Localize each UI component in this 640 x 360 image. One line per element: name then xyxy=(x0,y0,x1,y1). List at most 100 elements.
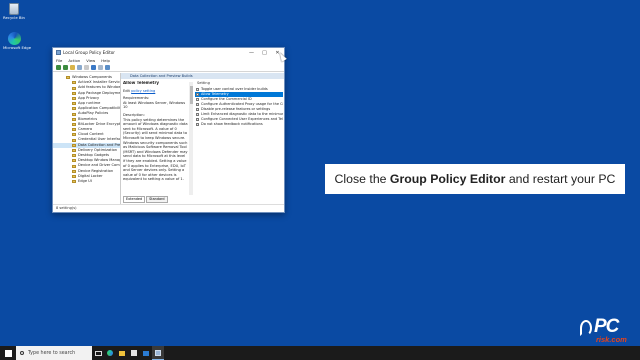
folder-icon xyxy=(72,112,76,116)
store-icon xyxy=(131,350,137,356)
pcrisk-logo: PC risk.com xyxy=(572,316,636,344)
policy-setting-icon xyxy=(196,88,199,91)
folder-icon xyxy=(72,169,76,173)
edge-icon xyxy=(7,32,21,45)
mail-button[interactable] xyxy=(140,346,152,360)
file-explorer-button[interactable] xyxy=(116,346,128,360)
policy-setting-icon xyxy=(196,98,199,101)
menu-view[interactable]: View xyxy=(86,58,95,63)
folder-icon xyxy=(72,102,76,106)
folder-icon xyxy=(72,159,76,163)
policy-title: Allow Telemetry xyxy=(123,81,160,85)
menu-help[interactable]: Help xyxy=(101,58,110,63)
description-scrollbar[interactable] xyxy=(189,82,193,195)
policy-setting-icon xyxy=(196,93,199,96)
group-policy-icon xyxy=(56,50,61,55)
taskbar-group-policy-button[interactable] xyxy=(152,346,164,360)
recycle-bin-icon xyxy=(9,3,19,15)
logo-mark-icon xyxy=(580,320,592,336)
folder-icon xyxy=(72,180,76,184)
search-placeholder: Type here to search xyxy=(28,350,76,356)
folder-icon xyxy=(72,96,76,100)
folder-icon xyxy=(72,138,76,142)
window-titlebar[interactable]: Local Group Policy Editor — □ ✕ xyxy=(53,48,284,57)
edge-label: Microsoft Edge xyxy=(3,45,32,50)
task-view-icon xyxy=(94,350,102,356)
setting-row[interactable]: Do not show feedback notifications xyxy=(195,122,283,127)
folder-icon xyxy=(66,76,70,80)
recycle-bin-label: Recycle Bin xyxy=(3,15,25,20)
tab-standard[interactable]: Standard xyxy=(146,196,168,203)
recycle-bin-shortcut[interactable]: Recycle Bin xyxy=(3,3,25,21)
taskbar-edge-button[interactable] xyxy=(104,346,116,360)
policy-setting-icon xyxy=(196,118,199,121)
menu-bar: File Action View Help xyxy=(53,57,284,64)
search-icon xyxy=(20,351,24,355)
taskbar-search-box[interactable]: Type here to search xyxy=(16,346,92,360)
folder-icon xyxy=(72,117,76,121)
filter-icon[interactable] xyxy=(105,65,110,70)
mail-icon xyxy=(143,350,149,356)
instruction-card: Close the Group Policy Editor and restar… xyxy=(325,164,625,194)
tab-extended[interactable]: Extended xyxy=(123,196,146,203)
instruction-suffix: and restart your PC xyxy=(508,172,616,186)
minimize-button[interactable]: — xyxy=(245,50,258,56)
view-tabs: Extended Standard xyxy=(123,196,168,203)
status-bar: 8 setting(s) xyxy=(53,204,284,212)
requirements-text: At least Windows Server, Windows 10 xyxy=(123,100,186,110)
menu-action[interactable]: Action xyxy=(68,58,80,63)
folder-icon xyxy=(72,143,76,147)
taskbar: Type here to search xyxy=(0,346,640,360)
folder-icon xyxy=(72,107,76,111)
category-header: Data Collection and Preview Builds xyxy=(121,73,284,79)
task-view-button[interactable] xyxy=(92,346,104,360)
folder-icon xyxy=(72,91,76,95)
folder-icon xyxy=(72,128,76,132)
description-label: Description: xyxy=(123,112,145,117)
toolbar xyxy=(53,64,284,72)
setting-label: Do not show feedback notifications xyxy=(201,122,263,126)
back-arrow-icon[interactable] xyxy=(56,65,61,70)
policy-detail-pane: Data Collection and Preview Builds Allow… xyxy=(121,73,284,204)
policy-setting-icon xyxy=(196,113,199,116)
edge-shortcut[interactable]: Microsoft Edge xyxy=(3,32,32,51)
start-button[interactable] xyxy=(0,346,16,360)
maximize-button[interactable]: □ xyxy=(258,50,271,56)
folder-icon xyxy=(72,81,76,85)
tree-item-label: Edge UI xyxy=(78,179,92,184)
setting-description: Allow Telemetry Edit policy setting Requ… xyxy=(123,81,188,195)
logo-sub-text: risk.com xyxy=(596,335,627,344)
windows-logo-icon xyxy=(4,349,12,357)
group-policy-editor-window: Local Group Policy Editor — □ ✕ File Act… xyxy=(52,47,285,213)
folder-icon xyxy=(72,154,76,158)
help-icon[interactable] xyxy=(91,65,96,70)
menu-file[interactable]: File xyxy=(56,58,62,63)
folder-icon xyxy=(72,133,76,137)
export-list-icon[interactable] xyxy=(84,65,89,70)
scrollbar-thumb[interactable] xyxy=(189,86,193,104)
folder-icon xyxy=(72,148,76,152)
group-policy-icon xyxy=(155,349,161,356)
folder-icon xyxy=(72,164,76,168)
folder-icon xyxy=(72,122,76,126)
instruction-prefix: Close the xyxy=(334,172,387,186)
policy-setting-icon xyxy=(196,123,199,126)
show-hide-tree-icon[interactable] xyxy=(77,65,82,70)
folder-icon xyxy=(72,174,76,178)
folder-up-icon[interactable] xyxy=(70,65,75,70)
policy-setting-icon xyxy=(196,108,199,111)
edit-policy-link[interactable]: policy setting xyxy=(131,89,155,93)
properties-icon[interactable] xyxy=(98,65,103,70)
settings-list: Setting Toggle user control over Insider… xyxy=(195,81,283,195)
tree-item[interactable]: Edge UI xyxy=(53,179,120,184)
store-button[interactable] xyxy=(128,346,140,360)
edge-icon xyxy=(107,350,113,356)
edit-prefix: Edit xyxy=(123,88,130,93)
file-explorer-icon xyxy=(119,350,125,356)
instruction-bold: Group Policy Editor xyxy=(389,172,506,186)
forward-arrow-icon[interactable] xyxy=(63,65,68,70)
policy-setting-icon xyxy=(196,103,199,106)
requirements-label: Requirements: xyxy=(123,96,150,101)
policy-tree: Windows Components ActiveX Installer Serv… xyxy=(53,73,121,204)
description-text: This policy setting determines the amoun… xyxy=(123,117,188,182)
